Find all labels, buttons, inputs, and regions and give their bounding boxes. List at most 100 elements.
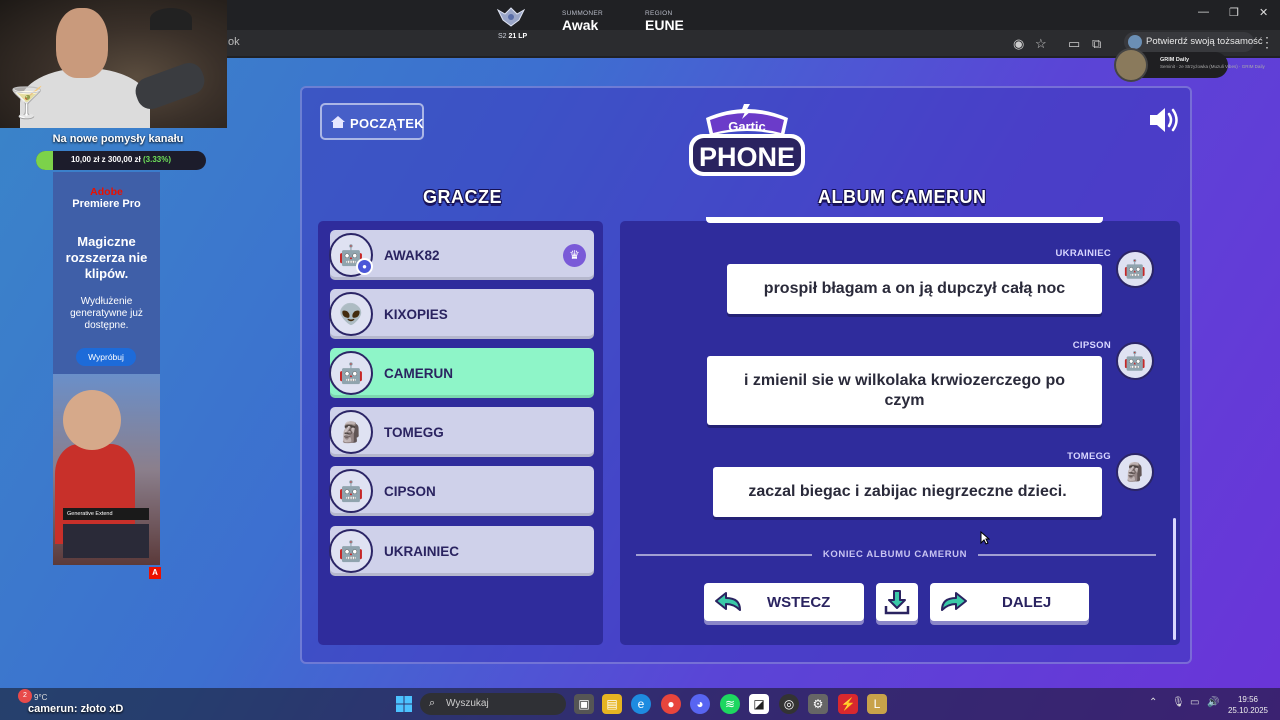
album-entry-text: prospił błagam a on ją dupczył całą noc <box>727 264 1102 314</box>
cast-icon[interactable]: ▭ <box>1068 36 1080 52</box>
player-row[interactable]: 🤖 CIPSON <box>329 466 594 516</box>
player-name: CAMERUN <box>384 366 453 381</box>
mouse-cursor-icon <box>980 531 990 545</box>
player-name: TOMEGG <box>384 425 444 440</box>
alien-icon: 👽 <box>329 292 373 336</box>
album-title: ALBUM CAMERUN <box>818 187 987 207</box>
player-row[interactable]: 🤖 UKRAINIEC <box>329 526 594 576</box>
windows-start-icon[interactable] <box>396 696 412 712</box>
ad-subline: Wydłużenie generatywne już dostępne. <box>70 296 143 331</box>
robot-helmet-icon: 🤖 <box>1116 342 1154 380</box>
svg-text:Gartic: Gartic <box>728 119 766 134</box>
donation-progress-bar: 10,00 zł z 300,00 zł (3.33%) <box>36 151 206 170</box>
rank-lp: S2 21 LP <box>498 33 528 40</box>
webcam-feed: 🍸 <box>0 0 227 128</box>
home-button-label: POCZĄTEK <box>350 116 424 131</box>
album-scrollbar[interactable] <box>1173 518 1176 640</box>
adobe-logo: Adobe <box>90 186 123 198</box>
ad-timeline-graphic <box>63 524 149 558</box>
player-name: AWAK82 <box>384 248 440 263</box>
minimize-icon[interactable]: — <box>1198 6 1209 18</box>
album-entry-author: CIPSON <box>1072 340 1111 351</box>
robot-round-icon: 🤖 <box>329 529 373 573</box>
ad-feature-tag: Generative Extend <box>63 508 149 520</box>
ad-try-button[interactable]: Wypróbuj <box>76 348 136 366</box>
tray-chevron-icon[interactable]: ⌃ <box>1149 697 1157 708</box>
taskbar-search[interactable]: ⌕ Wyszukaj <box>420 693 566 715</box>
user-icon: ● <box>356 258 373 275</box>
microphone-icon[interactable]: 🎙 <box>1172 697 1185 708</box>
gartic-phone-logo: Gartic PHONE <box>689 104 805 176</box>
riot-client-icon[interactable]: ⚡ <box>838 694 858 714</box>
league-icon[interactable]: L <box>867 694 887 714</box>
next-button[interactable]: DALEJ <box>930 583 1089 621</box>
album-entry-author: TOMEGG <box>1067 451 1111 462</box>
discord-icon[interactable]: ◕ <box>690 694 710 714</box>
channel-card-title: GRIM Daily <box>1160 57 1190 63</box>
profile-avatar <box>1128 35 1142 49</box>
region-label: REGION <box>645 10 673 17</box>
task-view-icon[interactable]: ▣ <box>574 694 594 714</box>
donation-progress-text: 10,00 zł z 300,00 zł (3.33%) <box>70 155 172 164</box>
adobe-ad[interactable]: Adobe Premiere Pro Magiczne rozszerza ni… <box>53 172 160 565</box>
settings-gear-icon[interactable]: ⚙ <box>808 694 828 714</box>
player-name: CIPSON <box>384 484 436 499</box>
stream-chat-message: camerun: złoto xD <box>28 703 124 715</box>
player-row[interactable]: 🗿 TOMEGG <box>329 407 594 457</box>
verify-identity-button[interactable]: Potwierdź swoją tożsamość <box>1124 32 1263 52</box>
divider <box>636 554 812 556</box>
network-icon[interactable]: ▭ <box>1190 697 1199 708</box>
album-previous-bubble-edge <box>706 217 1103 223</box>
restore-icon[interactable]: ❐ <box>1229 6 1239 19</box>
close-icon[interactable]: ✕ <box>1259 6 1268 19</box>
rank-crest-icon <box>497 7 525 27</box>
search-icon: ⌕ <box>429 697 436 709</box>
home-button[interactable]: POCZĄTEK <box>320 103 424 140</box>
back-button[interactable]: WSTECZ <box>704 583 864 621</box>
undo-arrow-icon <box>715 592 741 611</box>
donation-goal-title: Na nowe pomysły kanału <box>52 133 184 145</box>
player-name: KIXOPIES <box>384 307 448 322</box>
system-clock[interactable]: 19:56 25.10.2025 <box>1224 694 1272 716</box>
channel-avatar <box>1114 48 1148 82</box>
volume-icon[interactable]: 🔊 <box>1207 697 1219 708</box>
album-entry-text: zaczal biegac i zabijac niegrzeczne dzie… <box>713 467 1102 517</box>
chrome-icon[interactable]: ● <box>661 694 681 714</box>
divider <box>978 554 1156 556</box>
notification-badge: 2 <box>18 689 32 703</box>
player-name: UKRAINIEC <box>384 544 460 559</box>
tiki-mask-icon: 🗿 <box>1116 453 1154 491</box>
taskbar-search-placeholder: Wyszukaj <box>446 698 489 709</box>
sound-icon[interactable] <box>1148 104 1182 136</box>
edge-icon[interactable]: e <box>631 694 651 714</box>
ad-headline: Magiczne rozszerza nie klipów. <box>65 234 148 281</box>
player-row[interactable]: 👽 KIXOPIES <box>329 289 594 339</box>
ad-product-name: Premiere Pro <box>72 198 141 210</box>
verify-identity-label: Potwierdź swoją tożsamość <box>1146 36 1263 47</box>
player-row[interactable]: 🤖 ● AWAK82 ♛ <box>329 230 594 280</box>
download-button[interactable] <box>876 583 918 621</box>
extensions-icon[interactable]: ⧉ <box>1092 36 1101 52</box>
album-entry-author: UKRAINIEC <box>1055 248 1111 259</box>
obs-icon[interactable]: ◎ <box>779 694 799 714</box>
capcut-icon[interactable]: ◪ <box>749 694 769 714</box>
robot-round-icon: 🤖 <box>1116 250 1154 288</box>
download-icon <box>884 590 910 615</box>
redo-arrow-icon <box>941 592 967 611</box>
bookmark-star-icon[interactable]: ☆ <box>1035 36 1047 52</box>
file-explorer-icon[interactable]: ▤ <box>602 694 622 714</box>
next-button-label: DALEJ <box>1002 594 1052 611</box>
more-menu-icon[interactable]: ⋮ <box>1260 34 1274 51</box>
channel-card[interactable]: GRIM Daily Seminit · ze Strzyżowka (Muzu… <box>1114 48 1265 82</box>
ad-badge[interactable]: A <box>149 567 161 579</box>
player-row[interactable]: 🤖 CAMERUN <box>329 348 594 398</box>
weather-widget[interactable]: 9°C <box>34 693 47 702</box>
crown-icon: ♛ <box>563 244 586 267</box>
spotify-icon[interactable]: ≋ <box>720 694 740 714</box>
hide-eye-icon[interactable]: ◉ <box>1013 36 1024 52</box>
address-bar-text: ok <box>228 36 240 48</box>
tiki-mask-icon: 🗿 <box>329 410 373 454</box>
svg-text:PHONE: PHONE <box>699 142 795 172</box>
album-end-label: KONIEC ALBUMU CAMERUN <box>822 549 968 560</box>
home-icon <box>331 116 345 128</box>
